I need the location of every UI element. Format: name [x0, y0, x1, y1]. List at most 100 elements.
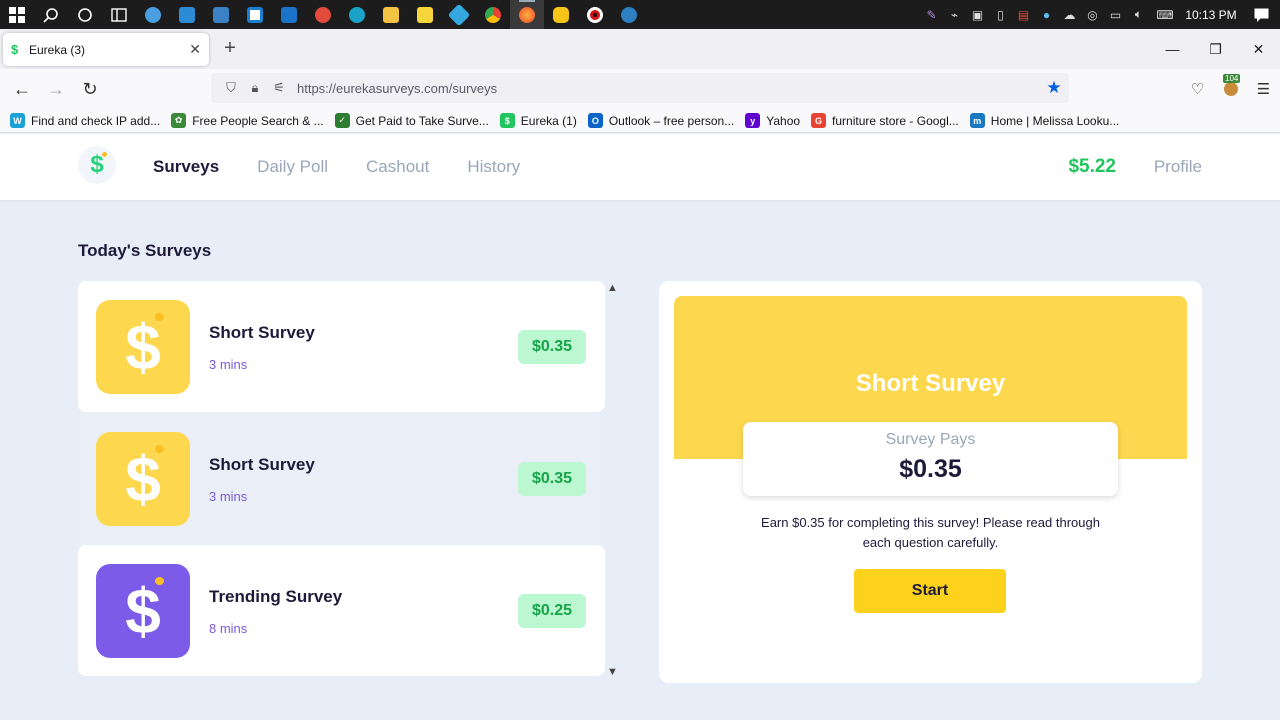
bookmark-label: Get Paid to Take Surve...	[355, 113, 489, 128]
pen-icon[interactable]: ✎	[920, 0, 943, 29]
bookmark-item[interactable]: ✿ Free People Search & ...	[171, 113, 324, 128]
camera-icon[interactable]: ◎	[1081, 0, 1104, 29]
survey-pays-box: Survey Pays $0.35	[743, 422, 1118, 496]
site-header: $ Surveys Daily Poll Cashout History $5.…	[0, 134, 1280, 200]
tab-close-icon[interactable]: ✕	[189, 41, 201, 58]
shield-icon[interactable]: ⛉	[219, 80, 243, 96]
calendar-icon[interactable]	[238, 0, 272, 29]
bookmark-item[interactable]: O Outlook – free person...	[587, 113, 735, 128]
widgets-icon[interactable]	[102, 0, 136, 29]
survey-card[interactable]: $ Short Survey 3 mins $0.35	[78, 413, 605, 544]
bookmark-label: Home | Melissa Looku...	[990, 113, 1120, 128]
bookmark-label: Outlook – free person...	[608, 113, 735, 128]
app-icon[interactable]	[612, 0, 646, 29]
notification-icon[interactable]	[1242, 8, 1280, 22]
volume-icon[interactable]: 🔈︎	[1127, 0, 1150, 29]
scroll-down-chevron-icon[interactable]: ▼	[607, 666, 618, 678]
reload-icon[interactable]: ↻	[73, 73, 107, 105]
bookmark-label: Yahoo	[766, 113, 801, 128]
survey-pay-badge: $0.35	[517, 330, 586, 364]
bookmark-label: furniture store - Googl...	[832, 113, 959, 128]
bookmark-favicon-icon: y	[745, 113, 761, 128]
pocket-icon[interactable]: ♡	[1181, 80, 1214, 98]
bookmark-item[interactable]: m Home | Melissa Looku...	[969, 113, 1120, 128]
survey-detail-title: Short Survey	[855, 370, 1006, 397]
nav-history[interactable]: History	[467, 157, 520, 177]
address-bar[interactable]: ⛉ 🔒︎ ⚟ https://eurekasurveys.com/surveys…	[211, 73, 1069, 103]
app-icon[interactable]	[442, 0, 476, 29]
url-text[interactable]: https://eurekasurveys.com/surveys	[297, 81, 497, 96]
search-icon[interactable]	[34, 0, 68, 29]
nav-cashout[interactable]: Cashout	[366, 157, 429, 177]
app-icon[interactable]	[306, 0, 340, 29]
chrome-icon[interactable]	[476, 0, 510, 29]
app-tray-icon[interactable]: ●	[1035, 0, 1058, 29]
windows-start-icon[interactable]	[0, 0, 34, 29]
firefox-icon[interactable]	[510, 0, 544, 29]
keyboard-icon[interactable]: ⌨	[1150, 0, 1180, 29]
bookmark-item[interactable]: W Find and check IP add...	[10, 113, 160, 128]
browser-tab[interactable]: $ Eureka (3) ✕	[3, 33, 209, 66]
survey-duration: 3 mins	[209, 489, 248, 504]
app-icon[interactable]	[204, 0, 238, 29]
bookmark-item[interactable]: y Yahoo	[745, 113, 800, 128]
app-icon[interactable]	[170, 0, 204, 29]
cloud-icon[interactable]: ☁	[1058, 0, 1081, 29]
nav-surveys[interactable]: Surveys	[153, 157, 219, 177]
permissions-icon[interactable]: ⚟	[267, 80, 291, 96]
app-icon[interactable]	[544, 0, 578, 29]
bookmark-label: Find and check IP add...	[31, 113, 161, 128]
nav-daily-poll[interactable]: Daily Poll	[257, 157, 328, 177]
menu-icon[interactable]: ☰	[1247, 80, 1280, 98]
dollar-icon: $	[96, 300, 190, 394]
dollar-icon: $	[96, 564, 190, 658]
bookmark-item[interactable]: $ Eureka (1)	[499, 113, 577, 128]
mail-icon[interactable]	[272, 0, 306, 29]
browser-tabstrip: $ Eureka (3) ✕ + — ❐ ✕	[0, 29, 1280, 69]
survey-pay-badge: $0.35	[517, 462, 586, 496]
extension-icon[interactable]: 104	[1214, 74, 1247, 96]
survey-name: Short Survey	[209, 323, 315, 342]
survey-list: $ Short Survey 3 mins $0.35 $ Short Surv…	[78, 281, 606, 679]
survey-card[interactable]: $ Short Survey 3 mins $0.35	[78, 281, 605, 412]
settings-app-icon[interactable]	[136, 0, 170, 29]
forward-arrow-icon[interactable]: →	[39, 73, 73, 105]
display-icon[interactable]: ▭	[1104, 0, 1127, 29]
record-icon[interactable]	[578, 0, 612, 29]
windows-taskbar: ✎ ⌁ ▣ ▯ ▤ ● ☁ ◎ ▭ 🔈︎ ⌨ 10:13 PM	[0, 0, 1280, 29]
lock-icon[interactable]: 🔒︎	[243, 80, 267, 96]
taskbar-clock[interactable]: 10:13 PM	[1180, 8, 1242, 22]
edge-icon[interactable]	[340, 0, 374, 29]
survey-pays-label: Survey Pays	[885, 431, 976, 448]
folder-icon[interactable]	[374, 0, 408, 29]
back-arrow-icon[interactable]: ←	[5, 73, 39, 105]
bookmark-favicon-icon: m	[969, 113, 985, 128]
usb-icon[interactable]: ▯	[989, 0, 1012, 29]
eureka-logo-icon[interactable]: $	[78, 146, 116, 184]
browser-navbar: ← → ↻ ⛉ 🔒︎ ⚟ https://eurekasurveys.com/s…	[0, 69, 1280, 109]
task-view-icon[interactable]	[68, 0, 102, 29]
bookmark-label: Eureka (1)	[520, 113, 577, 128]
survey-duration: 3 mins	[209, 357, 248, 372]
bookmark-item[interactable]: ✓ Get Paid to Take Surve...	[334, 113, 489, 128]
sticky-notes-icon[interactable]	[408, 0, 442, 29]
survey-pays-amount: $0.35	[899, 455, 962, 483]
scroll-up-chevron-icon[interactable]: ▲	[607, 282, 618, 294]
survey-card[interactable]: $ Trending Survey 8 mins $0.25	[78, 545, 605, 676]
bookmark-item[interactable]: Gfurniture store - Googl...	[811, 113, 959, 128]
close-window-icon[interactable]: ✕	[1237, 29, 1280, 69]
restore-icon[interactable]: ❐	[1194, 29, 1237, 69]
balance-amount: $5.22	[1068, 156, 1116, 177]
window-controls: — ❐ ✕	[1151, 29, 1280, 69]
survey-description: Earn $0.35 for completing this survey! P…	[761, 515, 1100, 550]
survey-name: Short Survey	[209, 455, 315, 474]
bookmark-star-icon[interactable]: ★	[1039, 78, 1069, 98]
new-tab-button[interactable]: +	[219, 37, 241, 59]
eureka-favicon-icon: $	[11, 42, 19, 57]
pdf-icon[interactable]: ▤	[1012, 0, 1035, 29]
security-icon[interactable]: ▣	[966, 0, 989, 29]
start-button[interactable]: Start	[854, 569, 1006, 613]
nav-profile[interactable]: Profile	[1154, 157, 1202, 177]
minimize-icon[interactable]: —	[1151, 29, 1194, 69]
network-off-icon[interactable]: ⌁	[943, 0, 966, 29]
